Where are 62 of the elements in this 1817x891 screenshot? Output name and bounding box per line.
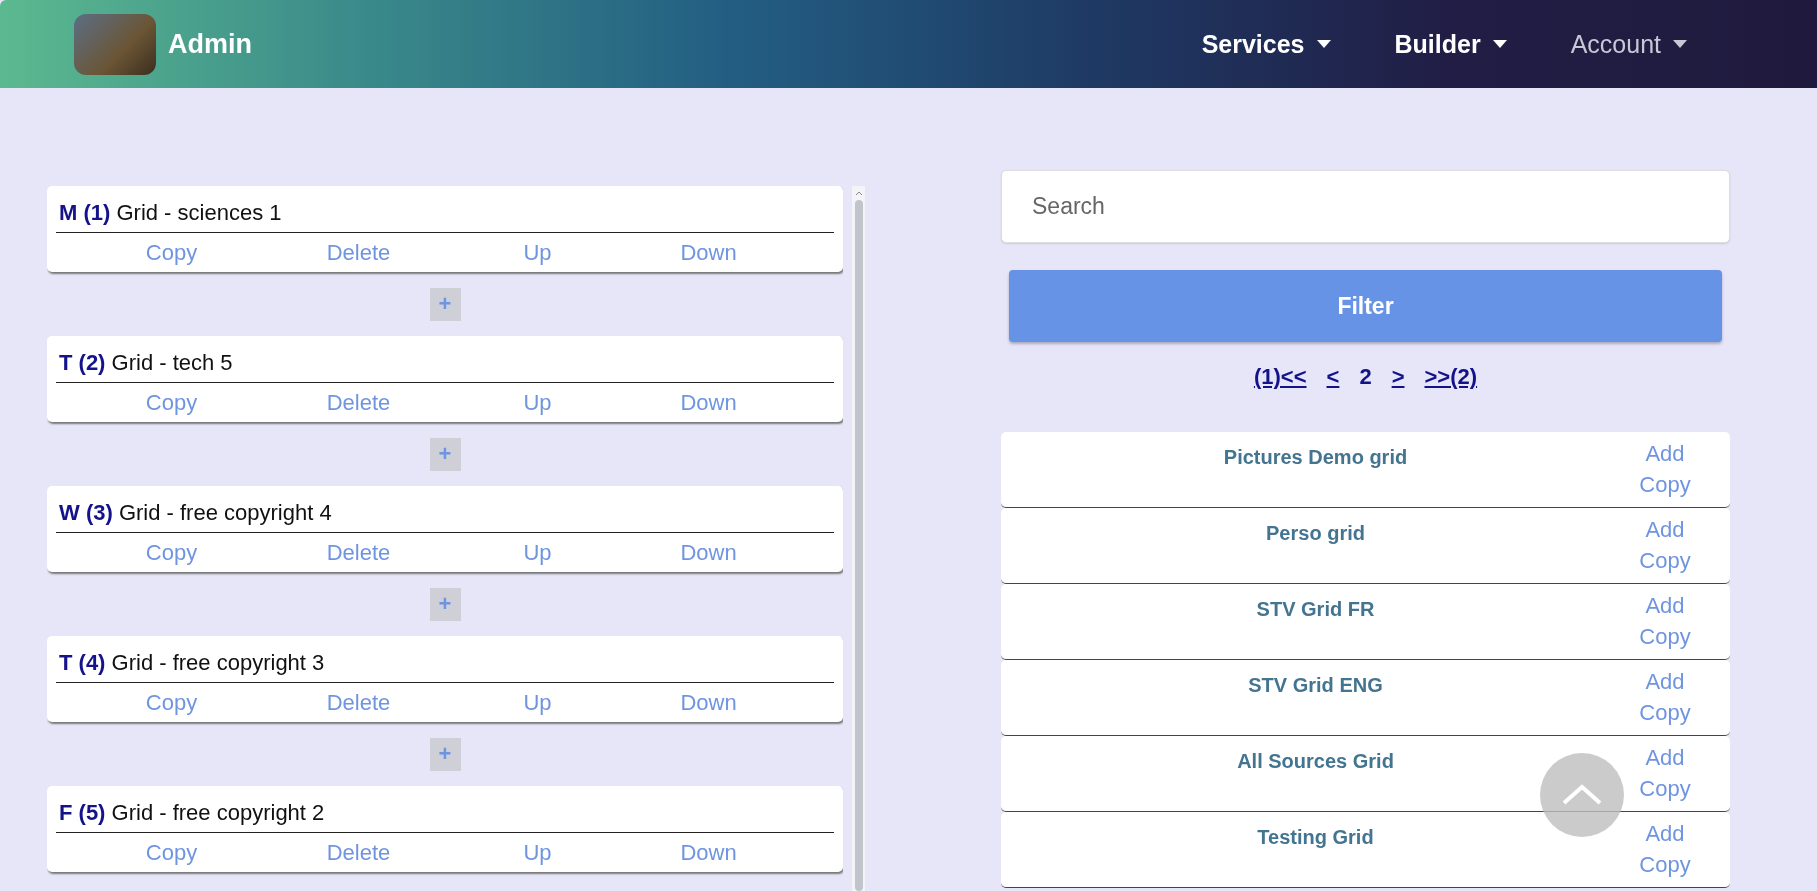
action-link[interactable]: Down: [680, 389, 737, 416]
action-link[interactable]: Delete: [326, 539, 391, 566]
brand-name[interactable]: Admin: [168, 28, 252, 60]
action-link[interactable]: Up: [523, 539, 552, 566]
nav-dropdown[interactable]: Builder: [1382, 29, 1519, 59]
grid-title: M (1) Grid - sciences 1: [56, 200, 834, 233]
scrollbar[interactable]: [852, 186, 865, 891]
template-name: STV Grid FR: [1256, 598, 1375, 621]
grid-title: W (3) Grid - free copyright 4: [56, 500, 834, 533]
action-link[interactable]: Add: [1645, 818, 1685, 849]
action-link[interactable]: Add: [1645, 742, 1685, 773]
chevron-up-icon: [1560, 783, 1604, 807]
action-link[interactable]: Copy: [1639, 697, 1691, 728]
action-link[interactable]: Add: [1645, 438, 1685, 469]
add-button[interactable]: +: [429, 287, 461, 321]
action-link[interactable]: Down: [680, 839, 737, 866]
template-name: Pictures Demo grid: [1223, 446, 1408, 469]
action-link[interactable]: Copy: [145, 539, 198, 566]
current-page: 2: [1359, 364, 1372, 390]
page-link[interactable]: (1)<<: [1253, 364, 1307, 390]
action-link[interactable]: Copy: [145, 239, 198, 266]
caret-icon: [1492, 40, 1507, 48]
action-link[interactable]: Down: [680, 239, 737, 266]
action-link[interactable]: Copy: [1639, 621, 1691, 652]
action-link[interactable]: Add: [1645, 666, 1685, 697]
search-field[interactable]: Search: [1001, 170, 1730, 243]
action-link[interactable]: Down: [680, 689, 737, 716]
action-link[interactable]: Copy: [145, 389, 198, 416]
template-name: STV Grid ENG: [1248, 674, 1383, 697]
page-link[interactable]: <: [1326, 364, 1340, 390]
action-link[interactable]: Copy: [145, 839, 198, 866]
action-link[interactable]: Copy: [1639, 545, 1691, 576]
grid-title: F (5) Grid - free copyright 2: [56, 800, 834, 833]
action-link[interactable]: Add: [1645, 514, 1685, 545]
caret-icon: [1673, 40, 1687, 48]
action-link[interactable]: Delete: [326, 239, 391, 266]
action-link[interactable]: Up: [523, 239, 552, 266]
action-link[interactable]: Up: [523, 839, 552, 866]
filter-button[interactable]: Filter: [1009, 270, 1722, 342]
add-button[interactable]: +: [429, 437, 461, 471]
grid-title: T (2) Grid - tech 5: [56, 350, 834, 383]
template-name: All Sources Grid: [1237, 750, 1394, 773]
add-button[interactable]: +: [429, 737, 461, 771]
action-link[interactable]: Copy: [1639, 469, 1691, 500]
action-link[interactable]: Delete: [326, 689, 391, 716]
add-button[interactable]: +: [429, 587, 461, 621]
action-link[interactable]: Up: [523, 689, 552, 716]
page-link[interactable]: >: [1391, 364, 1405, 390]
action-link[interactable]: Down: [680, 539, 737, 566]
template-name: Testing Grid: [1257, 826, 1374, 849]
page-link[interactable]: >>(2): [1424, 364, 1478, 390]
nav-dropdown[interactable]: Services: [1189, 29, 1343, 59]
action-link[interactable]: Delete: [326, 389, 391, 416]
action-link[interactable]: Delete: [326, 839, 391, 866]
caret-icon: [1316, 40, 1331, 48]
action-link[interactable]: Copy: [1639, 773, 1691, 804]
action-link[interactable]: Copy: [1639, 849, 1691, 880]
action-link[interactable]: Add: [1645, 590, 1685, 621]
action-link[interactable]: Copy: [145, 689, 198, 716]
grid-title: T (4) Grid - free copyright 3: [56, 650, 834, 683]
action-link[interactable]: Up: [523, 389, 552, 416]
template-name: Perso grid: [1266, 522, 1365, 545]
